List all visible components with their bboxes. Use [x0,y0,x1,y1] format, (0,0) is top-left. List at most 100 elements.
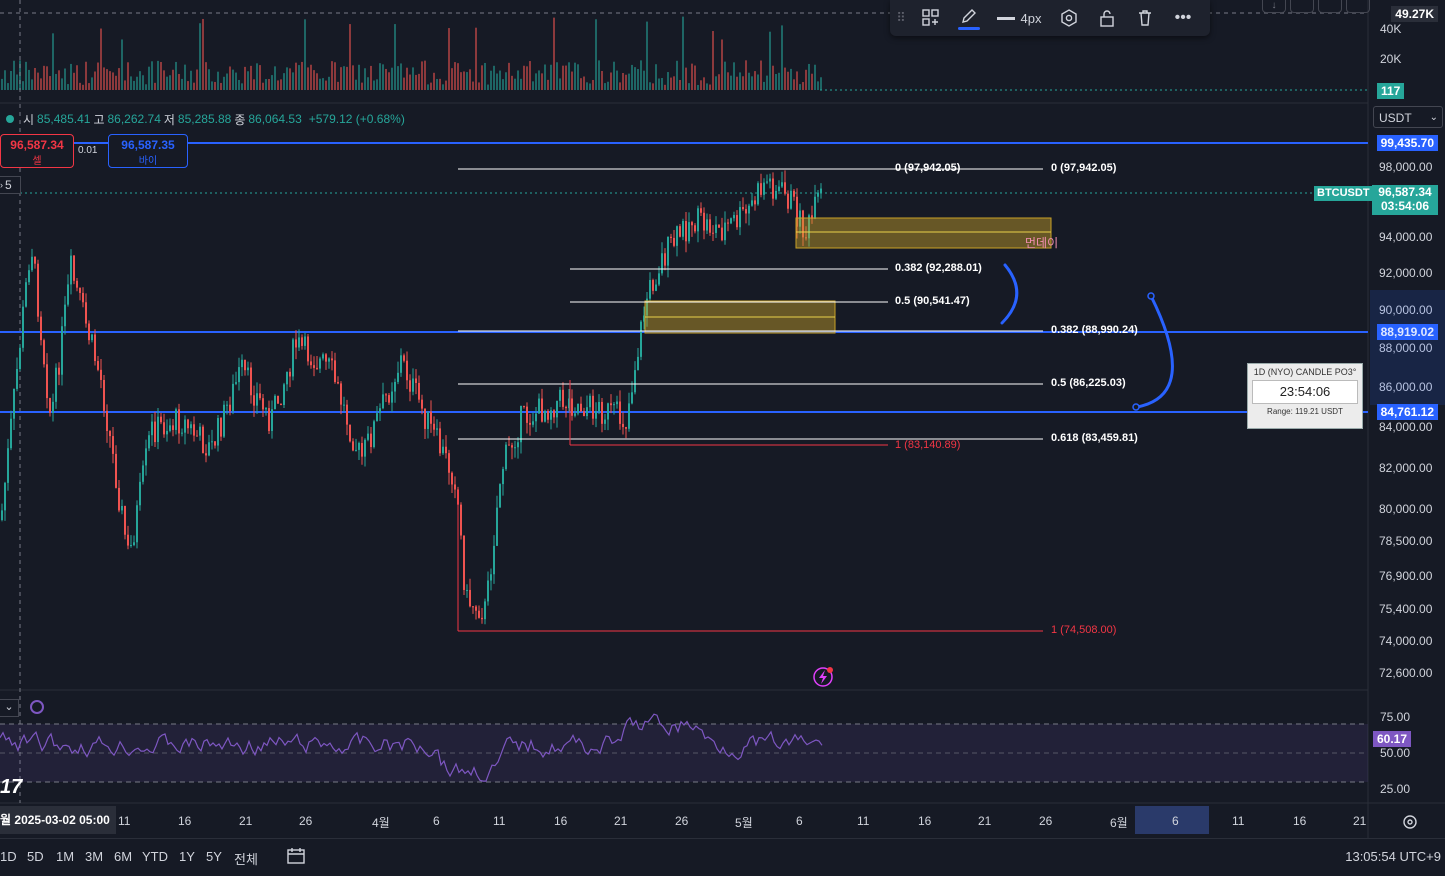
price-tick: 75,400.00 [1379,602,1433,616]
price-tick: 82,000.00 [1379,461,1433,475]
volume-tick: 40K [1380,22,1402,36]
settings-icon[interactable] [1050,9,1088,27]
price-tick: 98,000.00 [1379,160,1433,174]
lock-icon[interactable] [1088,9,1126,27]
time-tick: 26 [675,814,689,828]
left-cut-label: 월 [0,813,12,827]
currency-select[interactable]: USDT ⌄ [1373,106,1443,128]
sell-button[interactable]: 96,587.34 셀 [0,134,74,168]
alert-lightning-icon[interactable] [813,667,833,687]
pane-collapse-button[interactable]: ⌄ [0,699,19,717]
price-tick: 92,000.00 [1379,266,1433,280]
sell-label: 셀 [32,156,42,167]
time-tick: 21 [1353,814,1367,828]
time-tick: 11 [1232,814,1245,828]
rsi-tick: 75.00 [1380,710,1411,724]
widget-countdown: 23:54:06 [1252,380,1358,404]
time-tick: 16 [554,814,568,828]
axis-settings-icon[interactable] [1400,812,1420,832]
open-label: 시 [23,112,35,127]
volume-tick: 20K [1380,52,1402,66]
clock[interactable]: 13:05:54 UTC+9 [1345,849,1441,864]
volume-current-tag: 117 [1377,83,1405,99]
pencil-icon[interactable] [950,7,988,30]
drag-handle-icon[interactable]: ⠿ [890,10,912,26]
time-tick: 11 [857,814,870,828]
time-tick: 16 [178,814,192,828]
range-button[interactable]: 5Y [206,849,222,864]
price-tick: 72,600.00 [1379,666,1433,680]
tv-logo-icon: 17 [0,776,23,798]
fib-b-level-5: 0.5 (86,225.03) [1051,377,1126,389]
close-value: 86,064.53 [248,112,302,126]
monday-zone[interactable] [795,217,1052,249]
range-button[interactable]: 1M [56,849,74,864]
templates-icon[interactable] [912,9,950,27]
color-swatch [958,26,980,30]
sell-price: 96,587.34 [10,138,64,152]
volume-max-tag: 49.27K [1391,6,1438,22]
fib-a-level-5: 0.5 (90,541.47) [895,295,970,307]
current-price-tag: 96,587.34 03:54:06 [1372,185,1438,215]
rsi-tick: 25.00 [1380,782,1411,796]
buy-button[interactable]: 96,587.35 바이 [108,134,188,168]
chevron-down-icon: ⌄ [1429,112,1438,123]
high-value: 86,262.74 [107,112,161,126]
more-icon[interactable]: ••• [1164,9,1202,27]
range-button[interactable]: YTD [142,849,168,864]
fib-a-level-1: 1 (83,140.89) [895,439,961,451]
arc-large[interactable] [1135,294,1174,409]
price-tick: 74,000.00 [1379,634,1433,648]
fib-b-level-0: 0 (97,942.05) [1051,162,1117,174]
buy-price: 96,587.35 [121,138,175,152]
time-tick: 11 [118,814,131,828]
crosshair-time-tag: 월 2025-03-02 05:00 [0,806,116,834]
layers-count: 5 [5,178,12,192]
range-button[interactable]: 1D [0,849,17,864]
axis-highlight [1370,290,1445,405]
range-button[interactable]: 3M [85,849,103,864]
low-value: 85,285.88 [177,112,232,126]
time-tick: 5월 [735,816,753,830]
date-range-icon[interactable] [286,847,306,865]
bottom-toolbar: 1D 5D 1M 3M 6M YTD 1Y 5Y 전체 13:05:54 UTC+9 [0,838,1445,876]
rsi-value-tag: 60.17 [1373,731,1412,747]
volume-bars [1,16,822,91]
rsi-settings-icon[interactable] [30,700,44,714]
range-button[interactable]: 1Y [179,849,195,864]
maximize-small-icon[interactable] [1346,0,1370,13]
buy-label: 바이 [138,156,158,167]
time-tick: 4월 [372,816,390,830]
price-chart[interactable] [0,0,1445,875]
fib-b-level-382: 0.382 (88,990.24) [1051,324,1138,336]
rsi-tick: 50.00 [1380,746,1411,760]
range-button[interactable]: 전체 [234,849,258,868]
range-button[interactable]: 5D [27,849,44,864]
fib-b-level-618: 0.618 (83,459.81) [1051,432,1138,444]
change-value: +579.12 (+0.68%) [308,112,405,126]
settings-small-icon[interactable] [1318,0,1342,13]
price-tick: 80,000.00 [1379,502,1433,516]
spread-value: 0.01 [78,145,98,156]
time-tick: 11 [493,814,506,828]
drawing-toolbar: ⠿ 4px ••• [890,0,1210,36]
time-tick: 26 [1039,814,1053,828]
line-width-button[interactable]: 4px [988,11,1050,26]
trash-icon[interactable] [1126,9,1164,27]
hline-top-tag: 99,435.70 [1376,135,1438,151]
current-price: 96,587.34 [1378,185,1432,199]
range-button[interactable]: 6M [114,849,132,864]
time-tick: 16 [918,814,932,828]
time-tick: 26 [299,814,313,828]
candle-po3-widget[interactable]: 1D (NYO) CANDLE PO3° 23:54:06 Range: 119… [1247,363,1363,429]
line-width-icon [996,16,1015,20]
time-tick: 6 [433,814,440,828]
price-tick: 76,900.00 [1379,569,1433,583]
arc-small[interactable] [1000,263,1019,325]
price-tick: 78,500.00 [1379,534,1433,548]
chevron-right-icon: › [0,180,3,190]
delete-small-icon[interactable] [1290,0,1314,13]
price-tick: 84,000.00 [1379,420,1433,434]
arrow-down-icon[interactable]: ↓ [1262,0,1286,13]
layers-toggle[interactable]: › 5 [0,176,21,194]
